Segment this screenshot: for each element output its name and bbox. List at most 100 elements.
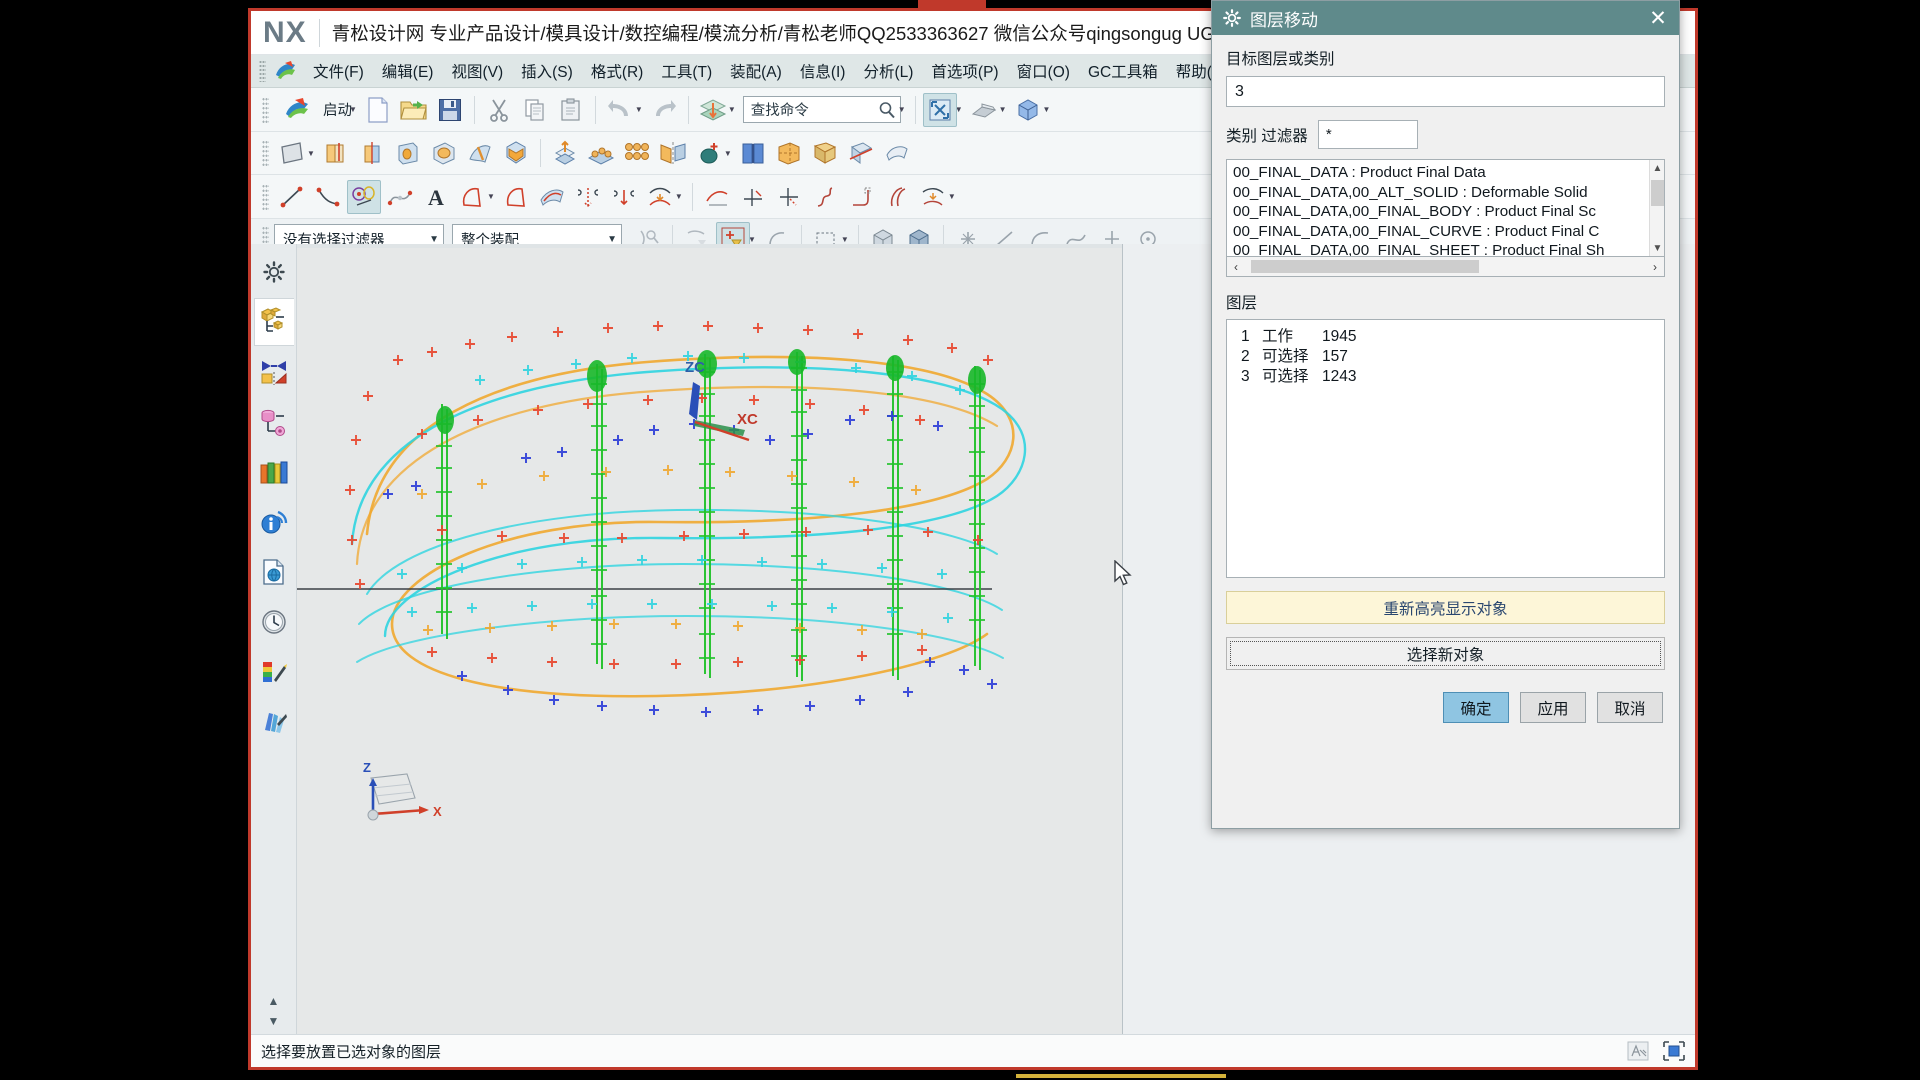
book-library-button[interactable]: [736, 136, 770, 170]
system-materials-icon[interactable]: [254, 648, 294, 696]
offset-curve-button[interactable]: [455, 180, 489, 214]
list-item[interactable]: 00_FINAL_DATA,00_FINAL_SHEET : Product F…: [1231, 241, 1664, 256]
open-file-button[interactable]: [397, 93, 431, 127]
table-row[interactable]: 3 可选择 1243: [1241, 367, 1664, 387]
draft-button[interactable]: [463, 136, 497, 170]
search-dropdown-icon[interactable]: ▼: [898, 105, 906, 114]
unite-button[interactable]: [692, 136, 726, 170]
revolve-button[interactable]: [355, 136, 389, 170]
list-item[interactable]: 00_FINAL_DATA : Product Final Data: [1231, 163, 1664, 183]
menu-item-edit[interactable]: 编辑(E): [373, 57, 443, 85]
web-browser-icon[interactable]: [254, 548, 294, 596]
scroll-right-icon[interactable]: ›: [1646, 260, 1664, 274]
menu-item-tools[interactable]: 工具(T): [652, 57, 721, 85]
standard-toolbar-gripper[interactable]: [262, 96, 269, 123]
category-listbox[interactable]: 00_FINAL_DATA : Product Final Data 00_FI…: [1226, 159, 1665, 257]
system-scene-icon[interactable]: [254, 698, 294, 746]
menubar-gripper[interactable]: [259, 60, 266, 82]
display-mode-icon[interactable]: [1659, 1039, 1689, 1063]
settings-icon[interactable]: [254, 248, 294, 296]
constraint-navigator-icon[interactable]: [254, 348, 294, 396]
join-curve-button[interactable]: [607, 180, 641, 214]
copy-button[interactable]: [518, 93, 552, 127]
menu-item-view[interactable]: 视图(V): [442, 57, 512, 85]
shell-button[interactable]: [427, 136, 461, 170]
history-icon[interactable]: [254, 598, 294, 646]
menu-item-assemblies[interactable]: 装配(A): [721, 57, 791, 85]
category-filter-input[interactable]: *: [1317, 120, 1418, 149]
curve-toolbar-gripper[interactable]: [262, 183, 269, 210]
pattern-feature-button[interactable]: [620, 136, 654, 170]
feature-toolbar-gripper[interactable]: [262, 140, 269, 166]
scroll-up-icon[interactable]: ▲: [1650, 160, 1664, 176]
project-curve-button[interactable]: [499, 180, 533, 214]
sketch-button[interactable]: [275, 136, 309, 170]
basic-curves-button[interactable]: [347, 179, 381, 214]
mirror-feature-button[interactable]: [656, 136, 690, 170]
category-list-horizontal-scrollbar[interactable]: ‹ ›: [1226, 257, 1665, 277]
scroll-down-icon[interactable]: ▼: [1650, 240, 1664, 256]
hole-button[interactable]: [391, 136, 425, 170]
command-search-box[interactable]: 查找命令: [742, 96, 901, 123]
edge-blend-button[interactable]: [499, 136, 533, 170]
scroll-left-icon[interactable]: ‹: [1227, 260, 1245, 274]
spline-fit-button[interactable]: [808, 180, 842, 214]
scroll-up-icon[interactable]: ▲: [268, 994, 280, 1014]
cut-button[interactable]: [482, 93, 516, 127]
text-button[interactable]: A: [419, 180, 453, 214]
list-item[interactable]: 00_FINAL_DATA,00_ALT_SOLID : Deformable …: [1231, 183, 1664, 203]
arc-button[interactable]: [311, 180, 345, 214]
assembly-navigator-icon[interactable]: [253, 298, 294, 346]
layer-settings-button[interactable]: [696, 93, 730, 127]
selection-preview-icon[interactable]: [1623, 1039, 1653, 1063]
menu-item-insert[interactable]: 插入(S): [512, 57, 582, 85]
smooth-curve-button[interactable]: [643, 180, 677, 214]
undo-button[interactable]: [603, 93, 637, 127]
command-search-value[interactable]: 查找命令: [751, 99, 878, 120]
table-row[interactable]: 1 工作 1945: [1241, 327, 1664, 347]
line-button[interactable]: [275, 180, 309, 214]
apply-button[interactable]: 应用: [1520, 692, 1586, 723]
menu-item-information[interactable]: 信息(I): [791, 57, 855, 85]
sheet-body-button[interactable]: [808, 136, 842, 170]
move-face-button[interactable]: [548, 136, 582, 170]
list-item[interactable]: 00_FINAL_DATA,00_FINAL_CURVE : Product F…: [1231, 222, 1664, 242]
divide-curve-button[interactable]: [916, 180, 950, 214]
extract-curve-button[interactable]: [700, 180, 734, 214]
extrude-button[interactable]: [319, 136, 353, 170]
fillet-curve-button[interactable]: [844, 180, 878, 214]
curve-on-surface-button[interactable]: [535, 180, 569, 214]
redo-button[interactable]: [647, 93, 681, 127]
category-list-vertical-scrollbar[interactable]: ▲ ▼: [1649, 160, 1664, 256]
layers-listbox[interactable]: 1 工作 1945 2 可选择 157 3 可选择 1243: [1226, 319, 1665, 578]
close-icon[interactable]: ✕: [1643, 5, 1673, 31]
studio-spline-button[interactable]: [383, 180, 417, 214]
table-row[interactable]: 2 可选择 157: [1241, 347, 1664, 367]
menu-item-analysis[interactable]: 分析(L): [854, 57, 922, 85]
cancel-button[interactable]: 取消: [1597, 692, 1663, 723]
trim-curve-button[interactable]: [880, 180, 914, 214]
start-dropdown-icon[interactable]: ▼: [349, 105, 357, 114]
part-navigator-icon[interactable]: [254, 398, 294, 446]
nx-app-icon[interactable]: [273, 59, 299, 83]
bridge-curve-button[interactable]: [571, 180, 605, 214]
style-shaded-button[interactable]: [967, 93, 1001, 127]
start-button-label[interactable]: 启动: [323, 99, 352, 120]
hscroll-track[interactable]: [1245, 257, 1646, 276]
trim-body-button[interactable]: [844, 136, 878, 170]
select-new-objects-button[interactable]: 选择新对象: [1226, 637, 1665, 670]
rehighlight-objects-button[interactable]: 重新高亮显示对象: [1226, 591, 1665, 624]
fit-view-button[interactable]: [922, 92, 957, 127]
reuse-library-icon[interactable]: [254, 448, 294, 496]
menu-item-window[interactable]: 窗口(O): [1008, 57, 1079, 85]
scrollbar-thumb[interactable]: [1651, 180, 1664, 206]
start-button[interactable]: [275, 93, 319, 127]
paste-button[interactable]: [554, 93, 588, 127]
menu-item-gc-toolbox[interactable]: GC工具箱: [1079, 57, 1167, 85]
ok-button[interactable]: 确定: [1443, 692, 1509, 723]
save-button[interactable]: [433, 93, 467, 127]
list-item[interactable]: 00_FINAL_DATA,00_FINAL_BODY : Product Fi…: [1231, 202, 1664, 222]
hd3d-tools-icon[interactable]: [254, 498, 294, 546]
new-file-button[interactable]: [361, 93, 395, 127]
scroll-down-icon[interactable]: ▼: [268, 1014, 280, 1034]
